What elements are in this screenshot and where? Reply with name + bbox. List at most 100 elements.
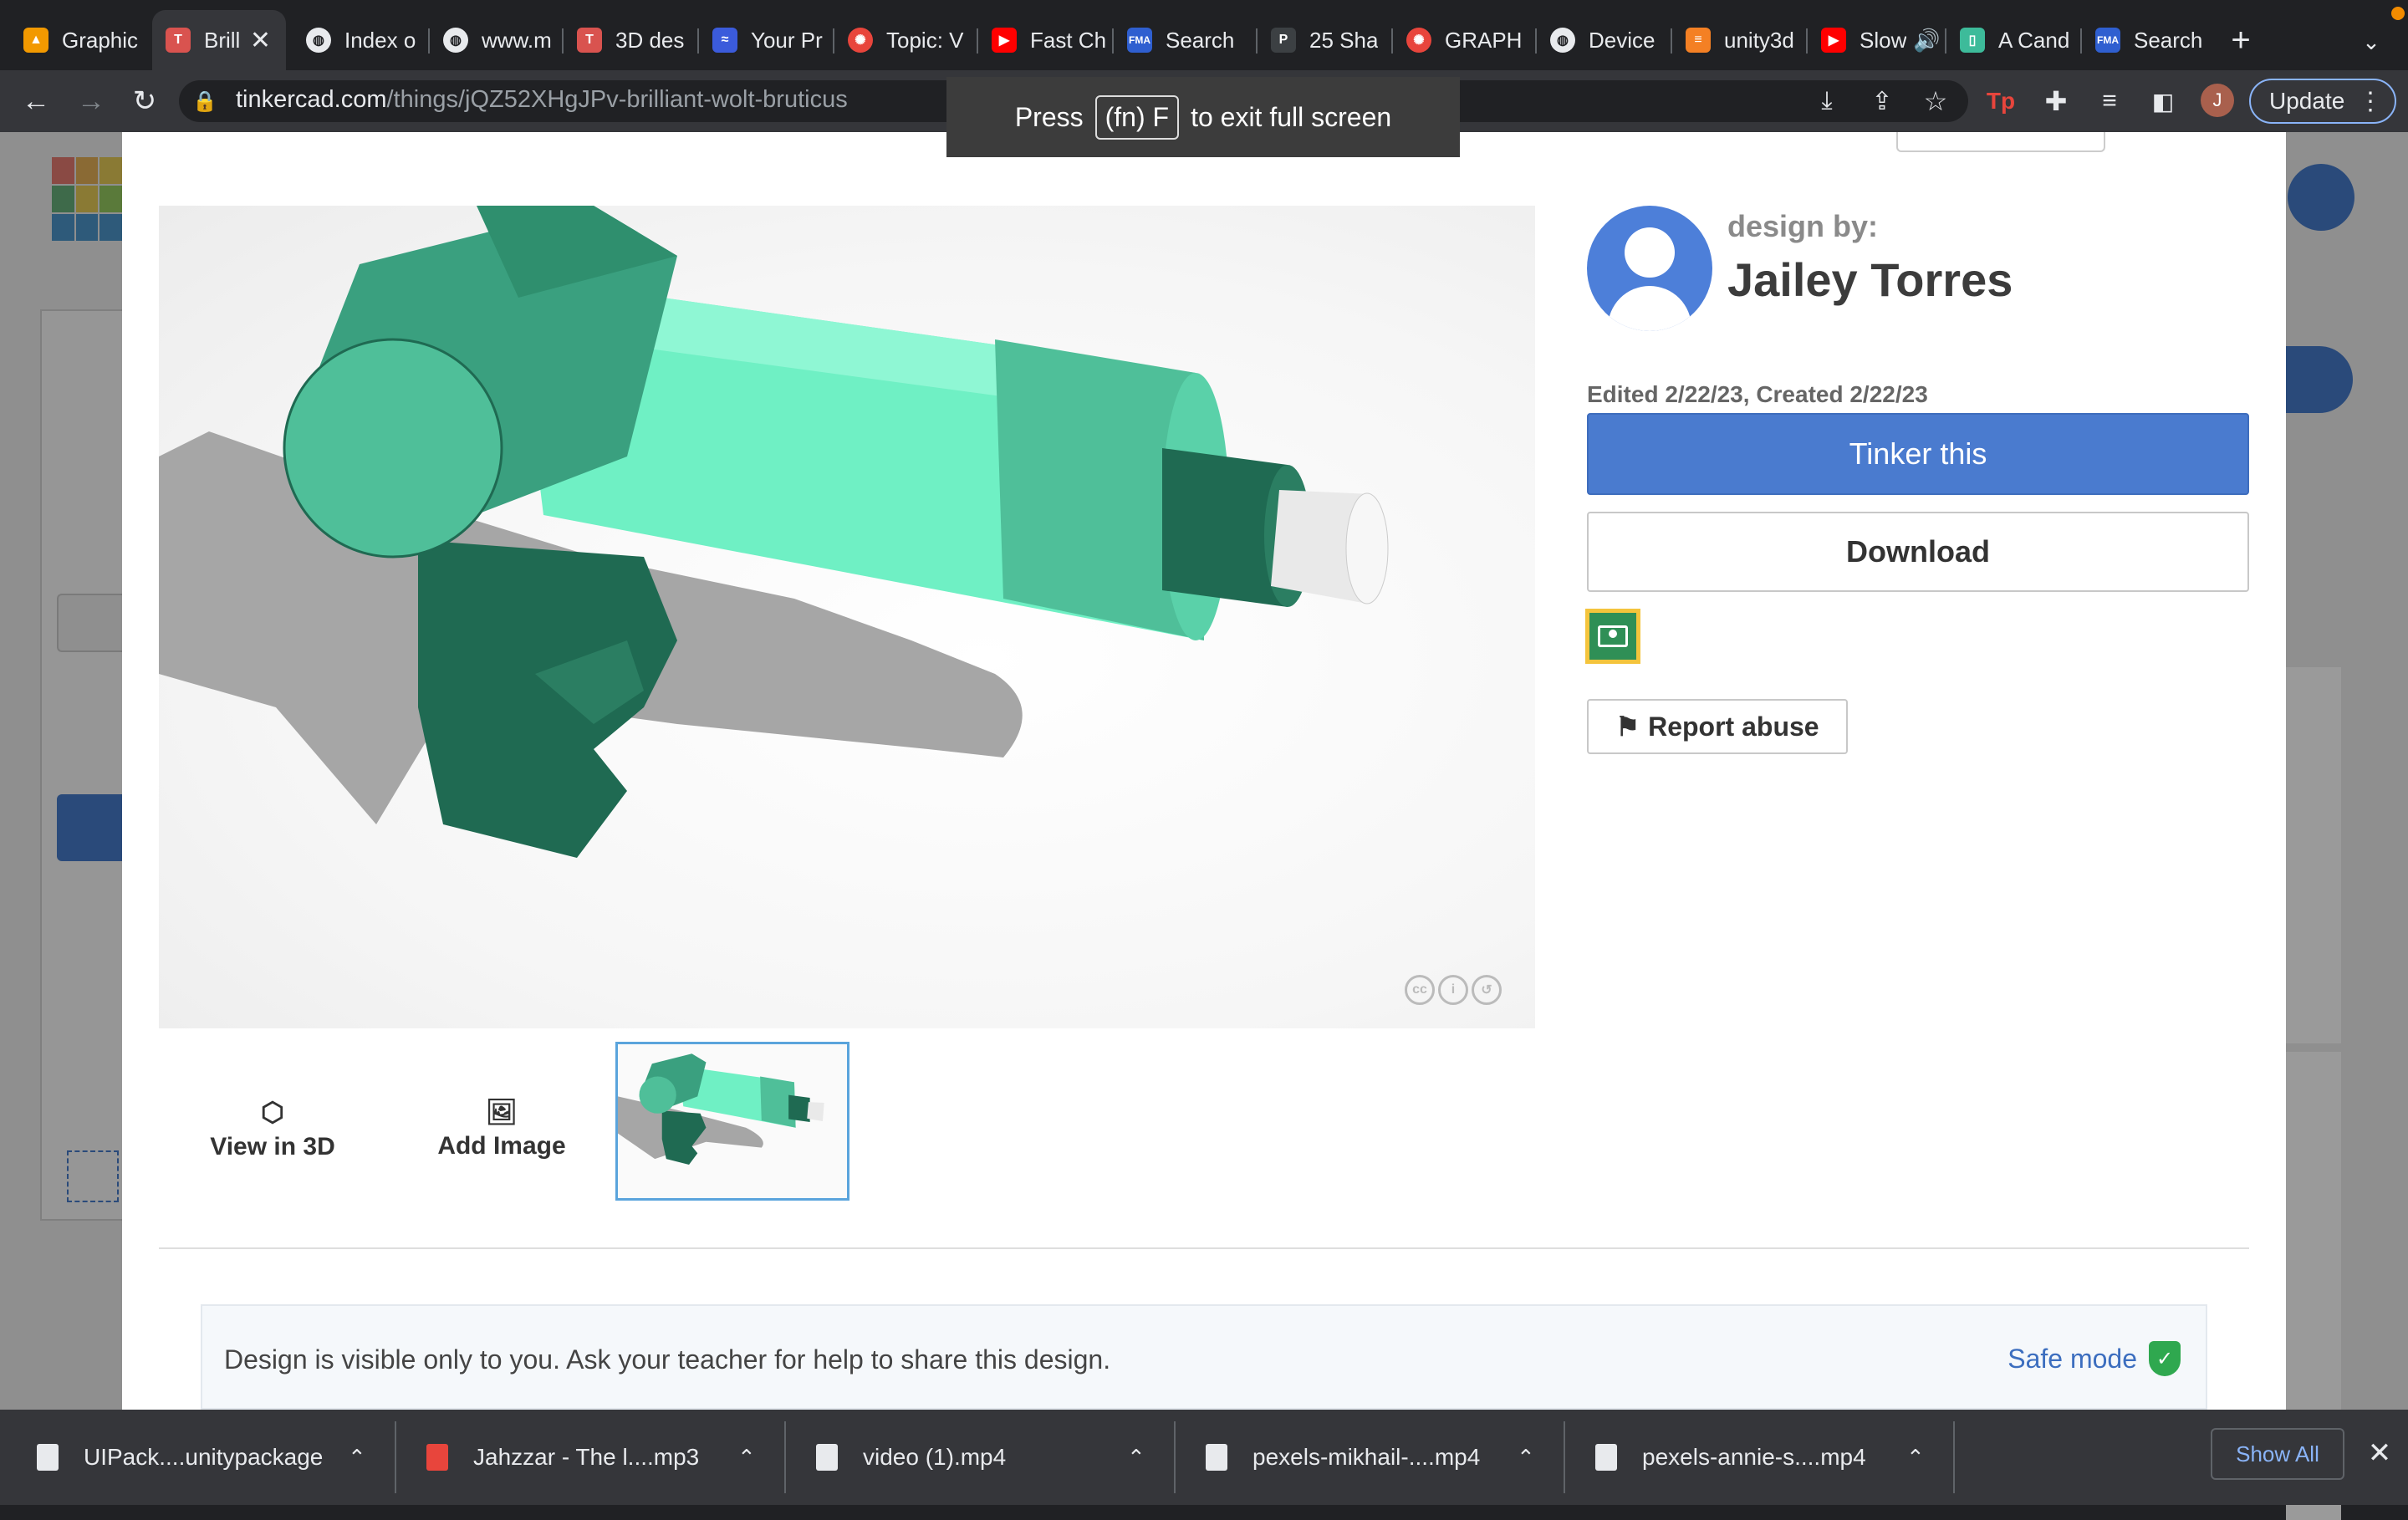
- tab-3d-design[interactable]: T 3D des: [564, 10, 697, 70]
- chevron-up-icon[interactable]: ⌃: [1517, 1445, 1535, 1471]
- preview-thumbnail[interactable]: [615, 1042, 849, 1201]
- add-image-label: Add Image: [437, 1131, 566, 1160]
- download-separator: [1564, 1421, 1565, 1493]
- tab-title: GRAPH: [1445, 27, 1523, 53]
- tab-topic[interactable]: ✺ Topic: V: [834, 10, 977, 70]
- side-panel-icon[interactable]: ◧: [2142, 80, 2184, 122]
- tab-title: Fast Ch: [1030, 27, 1107, 53]
- google-classroom-icon[interactable]: [1585, 609, 1640, 664]
- modal-top-control[interactable]: [1896, 132, 2105, 152]
- tab-close-icon[interactable]: ✕: [250, 26, 271, 55]
- globe-icon: ◍: [1550, 28, 1575, 53]
- designer-avatar[interactable]: [1587, 206, 1712, 331]
- notice-text: Design is visible only to you. Ask your …: [224, 1344, 1111, 1375]
- chevron-up-icon[interactable]: ⌃: [1906, 1445, 1925, 1471]
- tab-graphic[interactable]: ▲ Graphic: [10, 10, 152, 70]
- kebab-menu-icon[interactable]: ⋮: [2358, 87, 2383, 116]
- download-item[interactable]: Jahzzar - The l....mp3 ⌃: [426, 1421, 778, 1493]
- forward-arrow-icon[interactable]: →: [70, 80, 112, 122]
- media-control-icon[interactable]: ≡: [2089, 80, 2130, 122]
- doc-favicon-icon: ▯: [1960, 28, 1985, 53]
- add-image-button[interactable]: 🖼 Add Image: [418, 1087, 585, 1171]
- visibility-notice: Design is visible only to you. Ask your …: [201, 1304, 2207, 1410]
- download-separator: [395, 1421, 396, 1493]
- download-item[interactable]: pexels-mikhail-....mp4 ⌃: [1206, 1421, 1557, 1493]
- search-input-bg: [57, 594, 124, 652]
- stack-favicon-icon: ≡: [1686, 28, 1711, 53]
- new-tab-plus-icon[interactable]: +: [2221, 20, 2261, 60]
- toast-text-after: to exit full screen: [1191, 101, 1392, 132]
- tab-fast-ch[interactable]: ▶ Fast Ch: [978, 10, 1112, 70]
- chevron-up-icon[interactable]: ⌃: [737, 1445, 756, 1471]
- profile-avatar[interactable]: J: [2201, 84, 2234, 117]
- view-in-3d-button[interactable]: ⬡ View in 3D: [189, 1087, 356, 1171]
- tab-title: Search: [1166, 27, 1235, 53]
- video-file-icon: [1595, 1444, 1617, 1471]
- toast-key: (fn) F: [1094, 94, 1180, 140]
- install-icon[interactable]: ⤓: [1806, 80, 1848, 122]
- video-file-icon: [816, 1444, 838, 1471]
- creative-commons-icon: cc: [1405, 975, 1435, 1005]
- tab-index[interactable]: ◍ Index o: [293, 10, 426, 70]
- extension-tp-icon[interactable]: Tp: [1980, 80, 2022, 122]
- tinkercad-favicon-icon: T: [577, 28, 602, 53]
- download-separator: [1174, 1421, 1176, 1493]
- tab-title: Search: [2134, 27, 2203, 53]
- tinkercad-favicon-icon: T: [166, 28, 191, 53]
- designer-name[interactable]: Jailey Torres: [1727, 252, 2013, 307]
- update-label: Update: [2269, 88, 2345, 114]
- share-icon[interactable]: ⇪: [1861, 80, 1903, 122]
- download-item[interactable]: UIPack....unitypackage ⌃: [37, 1421, 388, 1493]
- chevron-up-icon[interactable]: ⌃: [348, 1445, 366, 1471]
- show-all-button[interactable]: Show All: [2211, 1428, 2344, 1480]
- tab-a-cand[interactable]: ▯ A Cand: [1946, 10, 2080, 70]
- tab-graph[interactable]: ✺ GRAPH: [1393, 10, 1535, 70]
- url-text[interactable]: tinkercad.com/things/jQZ52XHgJPv-brillia…: [236, 86, 848, 114]
- download-item[interactable]: pexels-annie-s....mp4 ⌃: [1595, 1421, 1946, 1493]
- tab-25-sha[interactable]: P 25 Sha: [1258, 10, 1391, 70]
- attribution-icon: i: [1438, 975, 1468, 1005]
- lock-icon[interactable]: 🔒: [192, 87, 217, 115]
- tab-title: Your Pr: [751, 27, 823, 53]
- report-abuse-label: Report abuse: [1648, 711, 1819, 742]
- user-avatar: [2288, 164, 2354, 231]
- url-path: /things/jQZ52XHgJPv-brilliant-wolt-bruti…: [386, 86, 848, 113]
- download-filename: video (1).mp4: [863, 1444, 1007, 1470]
- design-preview-image[interactable]: cc i ↺: [159, 206, 1535, 1028]
- tab-title: unity3d: [1724, 27, 1794, 53]
- bookmark-star-icon[interactable]: ☆: [1915, 80, 1956, 122]
- notification-dot-icon: [2391, 7, 2405, 20]
- toast-text-before: Press: [1014, 101, 1084, 132]
- chevron-up-icon[interactable]: ⌃: [1127, 1445, 1145, 1471]
- url-host: tinkercad.com: [236, 86, 387, 113]
- update-button[interactable]: Update ⋮: [2249, 79, 2396, 124]
- tab-device[interactable]: ◍ Device: [1537, 10, 1671, 70]
- tab-slow[interactable]: ▶ Slow 🔊: [1808, 10, 1945, 70]
- thumbnail-render: [618, 1053, 824, 1165]
- download-separator: [784, 1421, 786, 1493]
- license-icons[interactable]: cc i ↺: [1405, 975, 1502, 1005]
- tab-search-1[interactable]: FMA Search: [1114, 10, 1256, 70]
- extensions-puzzle-icon[interactable]: ✚: [2035, 80, 2077, 122]
- reload-icon[interactable]: ↻: [124, 80, 166, 122]
- tab-search-2[interactable]: FMA Search: [2082, 10, 2224, 70]
- package-file-icon: [37, 1444, 59, 1471]
- p-favicon-icon: P: [1271, 28, 1296, 53]
- download-filename: Jahzzar - The l....mp3: [473, 1444, 700, 1470]
- back-arrow-icon[interactable]: ←: [15, 80, 57, 122]
- safe-mode-link[interactable]: Safe mode ✓: [2008, 1341, 2181, 1376]
- close-icon[interactable]: ✕: [2363, 1436, 2396, 1470]
- download-button[interactable]: Download: [1587, 512, 2249, 592]
- tab-active-brilliant[interactable]: T Brill ✕: [152, 10, 286, 70]
- tinker-this-button[interactable]: Tinker this: [1587, 413, 2249, 495]
- tab-your-pr[interactable]: ≈ Your Pr: [699, 10, 833, 70]
- share-alike-icon: ↺: [1472, 975, 1502, 1005]
- report-abuse-button[interactable]: ⚑ Report abuse: [1587, 699, 1848, 754]
- tab-www[interactable]: ◍ www.m: [430, 10, 564, 70]
- download-item[interactable]: video (1).mp4 ⌃: [816, 1421, 1167, 1493]
- tab-unity3d[interactable]: ≡ unity3d: [1672, 10, 1806, 70]
- avatar-head-icon: [1625, 227, 1675, 278]
- download-separator: [1953, 1421, 1955, 1493]
- speaker-icon[interactable]: 🔊: [1913, 28, 1940, 54]
- tab-search-chevron-icon[interactable]: ⌄: [2351, 22, 2391, 62]
